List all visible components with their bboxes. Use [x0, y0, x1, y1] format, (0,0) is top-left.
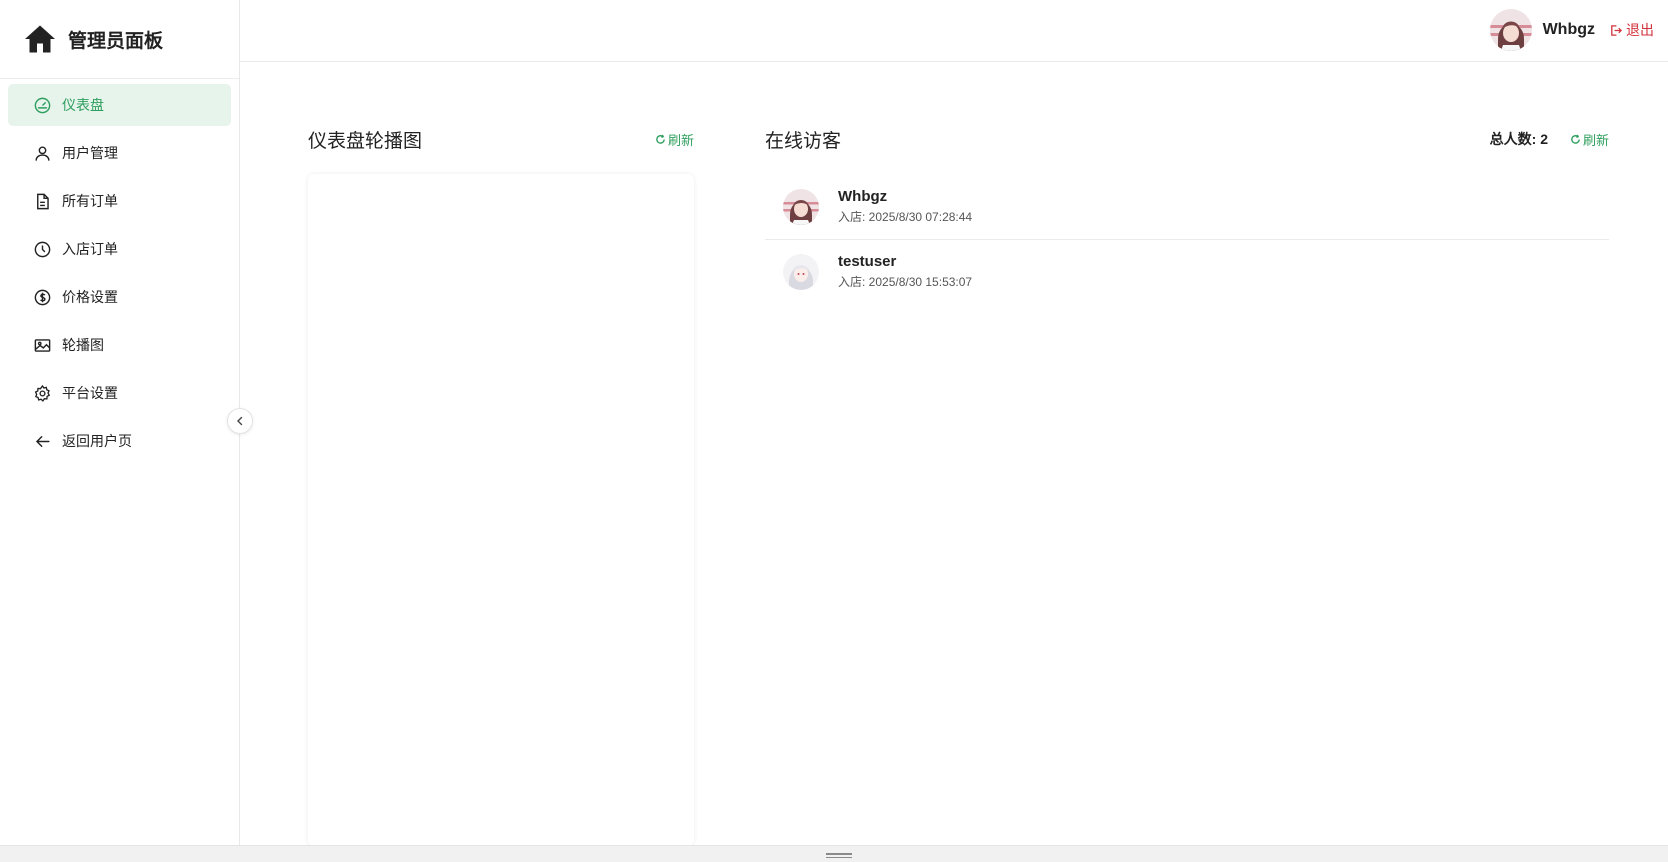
visitor-name: testuser	[838, 253, 897, 270]
header-username: Whbgz	[1542, 21, 1595, 38]
visitor-info: Whbgz 入店: 2025/8/30 07:28:44	[838, 187, 972, 227]
dollar-icon	[32, 287, 52, 307]
sidebar-item-carousel[interactable]: 轮播图	[8, 324, 231, 366]
sidebar-item-label: 平台设置	[62, 385, 118, 401]
visitors-panel-header: 在线访客 总人数: 2 刷新	[765, 126, 1609, 152]
document-icon	[32, 191, 52, 211]
sidebar-item-checkin-orders[interactable]: 入店订单	[8, 228, 231, 270]
logout-label: 退出	[1626, 22, 1654, 38]
drag-handle-icon[interactable]	[826, 853, 852, 859]
sidebar-item-label: 返回用户页	[62, 433, 132, 449]
carousel-panel: 仪表盘轮播图 刷新	[308, 126, 694, 846]
carousel-refresh-button[interactable]: 刷新	[655, 130, 694, 149]
online-visitors-panel: 在线访客 总人数: 2 刷新 Whbgz 入店: 2025/8/30 07:28…	[765, 126, 1609, 304]
sidebar-item-all-orders[interactable]: 所有订单	[8, 180, 231, 222]
avatar	[783, 188, 819, 225]
sidebar-item-label: 仪表盘	[62, 97, 104, 113]
refresh-icon	[655, 134, 668, 145]
visitors-panel-title: 在线访客	[765, 130, 842, 152]
carousel-panel-title: 仪表盘轮播图	[308, 130, 423, 152]
logout-icon	[1609, 24, 1626, 37]
refresh-label: 刷新	[1582, 132, 1609, 148]
sidebar-item-label: 入店订单	[62, 241, 118, 257]
visitor-info: testuser 入店: 2025/8/30 15:53:07	[838, 252, 972, 292]
refresh-label: 刷新	[667, 132, 694, 148]
visitors-tools: 总人数: 2 刷新	[1490, 129, 1609, 149]
gear-icon	[32, 383, 52, 403]
user-menu: Whbgz 退出	[1489, 9, 1654, 51]
chevron-left-icon	[234, 415, 246, 427]
sidebar-item-users[interactable]: 用户管理	[8, 132, 231, 174]
clock-icon	[32, 239, 52, 259]
sidebar-collapse-button[interactable]	[227, 408, 253, 434]
visitor-list: Whbgz 入店: 2025/8/30 07:28:44 testuser 入店…	[765, 174, 1609, 304]
arrow-left-icon	[32, 431, 52, 451]
image-icon	[32, 335, 52, 355]
user-icon	[32, 143, 52, 163]
dashboard-icon	[32, 95, 52, 115]
sidebar-item-label: 用户管理	[62, 145, 118, 161]
visitor-checkin-time: 入店: 2025/8/30 15:53:07	[838, 275, 973, 289]
sidebar-item-label: 轮播图	[62, 337, 104, 353]
top-header: Whbgz 退出	[240, 0, 1668, 62]
visitor-row: Whbgz 入店: 2025/8/30 07:28:44	[765, 174, 1609, 239]
visitors-refresh-button[interactable]: 刷新	[1570, 130, 1609, 149]
panel-title: 管理员面板	[68, 30, 164, 52]
sidebar-item-platform-settings[interactable]: 平台设置	[8, 372, 231, 414]
sidebar: 管理员面板 仪表盘 用户管理 所有订单 入店订单 价格设置 轮播图 平台设置 返…	[0, 0, 240, 845]
carousel-preview-card	[308, 174, 694, 846]
avatar	[783, 254, 819, 290]
visitor-name: Whbgz	[838, 187, 888, 205]
sidebar-item-pricing[interactable]: 价格设置	[8, 276, 231, 318]
sidebar-item-label: 价格设置	[62, 289, 118, 305]
refresh-icon	[1570, 134, 1583, 145]
total-visitors-count: 总人数: 2	[1489, 131, 1548, 147]
sidebar-menu: 仪表盘 用户管理 所有订单 入店订单 价格设置 轮播图 平台设置 返回用户页	[0, 79, 239, 462]
visitor-row: testuser 入店: 2025/8/30 15:53:07	[765, 239, 1609, 304]
bottom-resize-bar[interactable]	[0, 845, 1668, 862]
home-icon	[22, 21, 58, 57]
sidebar-item-back-to-user[interactable]: 返回用户页	[8, 420, 231, 462]
brand: 管理员面板	[0, 0, 239, 79]
carousel-panel-header: 仪表盘轮播图 刷新	[308, 126, 694, 152]
visitor-checkin-time: 入店: 2025/8/30 07:28:44	[838, 209, 973, 224]
sidebar-item-label: 所有订单	[62, 193, 118, 209]
avatar[interactable]	[1489, 9, 1532, 51]
logout-button[interactable]: 退出	[1609, 20, 1654, 40]
sidebar-item-dashboard[interactable]: 仪表盘	[8, 84, 231, 126]
